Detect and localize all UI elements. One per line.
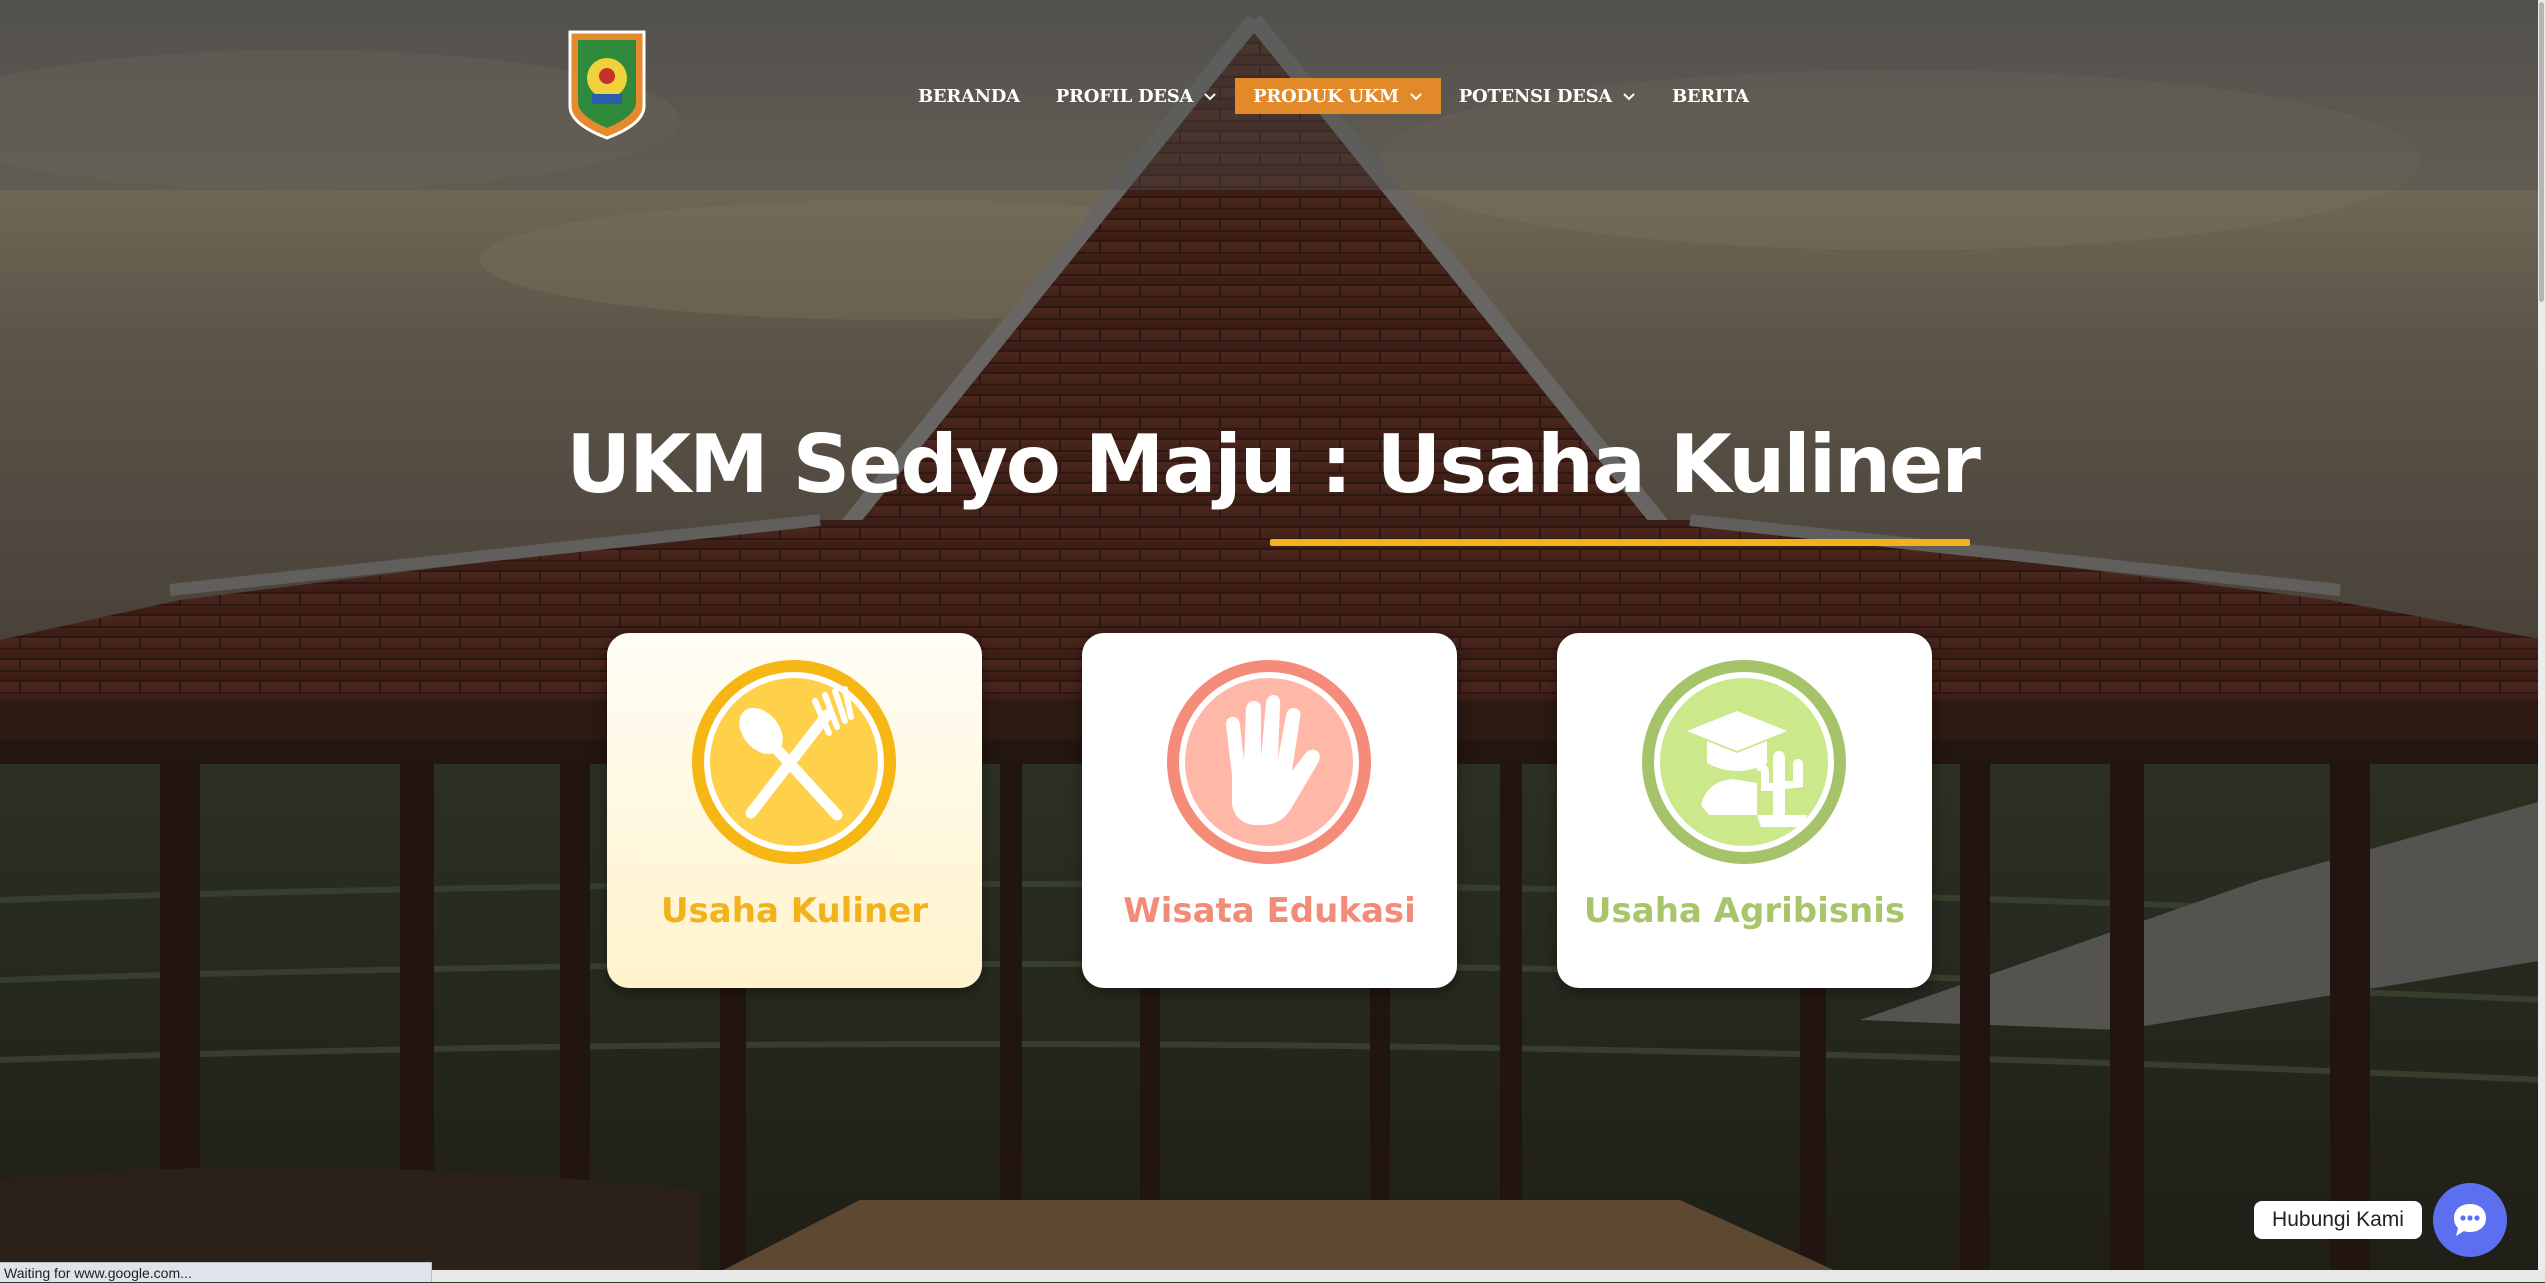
card-usaha-agribisnis[interactable]: Usaha Agribisnis [1557, 633, 1932, 988]
contact-button[interactable] [2433, 1183, 2507, 1257]
nav-berita[interactable]: BERITA [1654, 78, 1767, 114]
chat-bubble-icon [2454, 1204, 2486, 1236]
chevron-down-icon [1204, 93, 1216, 101]
browser-status-bar: Waiting for www.google.com... [0, 1262, 432, 1282]
hand-icon [1167, 660, 1371, 864]
contact-label[interactable]: Hubungi Kami [2254, 1201, 2422, 1239]
scrollbar-thumb[interactable] [2539, 2, 2544, 302]
graduation-plant-icon [1642, 660, 1846, 864]
nav-profil-desa-label: PROFIL DESA [1055, 85, 1194, 107]
site-header: BERANDA PROFIL DESA PRODUK UKM POTENSI D… [0, 0, 2545, 190]
nav-potensi-desa[interactable]: POTENSI DESA [1441, 78, 1654, 114]
vertical-scrollbar[interactable] [2538, 0, 2545, 1270]
nav-produk-ukm[interactable]: PRODUK UKM [1235, 78, 1441, 114]
bottom-strip [432, 1270, 2545, 1282]
main-nav: BERANDA PROFIL DESA PRODUK UKM POTENSI D… [900, 76, 1767, 116]
nav-produk-ukm-label: PRODUK UKM [1253, 85, 1399, 107]
nav-profil-desa[interactable]: PROFIL DESA [1038, 78, 1235, 114]
chevron-down-icon [1623, 93, 1635, 101]
nav-potensi-desa-label: POTENSI DESA [1458, 85, 1612, 107]
nav-beranda[interactable]: BERANDA [900, 78, 1038, 114]
nav-beranda-label: BERANDA [918, 85, 1020, 107]
nav-berita-label: BERITA [1671, 85, 1749, 107]
card-usaha-agribisnis-label: Usaha Agribisnis [1583, 891, 1906, 931]
card-wisata-edukasi[interactable]: Wisata Edukasi [1082, 633, 1457, 988]
fork-spoon-icon [692, 660, 896, 864]
chevron-down-icon [1410, 93, 1422, 101]
card-usaha-kuliner-label: Usaha Kuliner [660, 891, 929, 931]
card-wisata-edukasi-label: Wisata Edukasi [1123, 891, 1416, 931]
page-title: UKM Sedyo Maju : Usaha Kuliner [566, 418, 1981, 511]
card-usaha-kuliner[interactable]: Usaha Kuliner [607, 633, 982, 988]
title-underline [1270, 539, 1970, 546]
village-logo[interactable] [566, 28, 648, 140]
